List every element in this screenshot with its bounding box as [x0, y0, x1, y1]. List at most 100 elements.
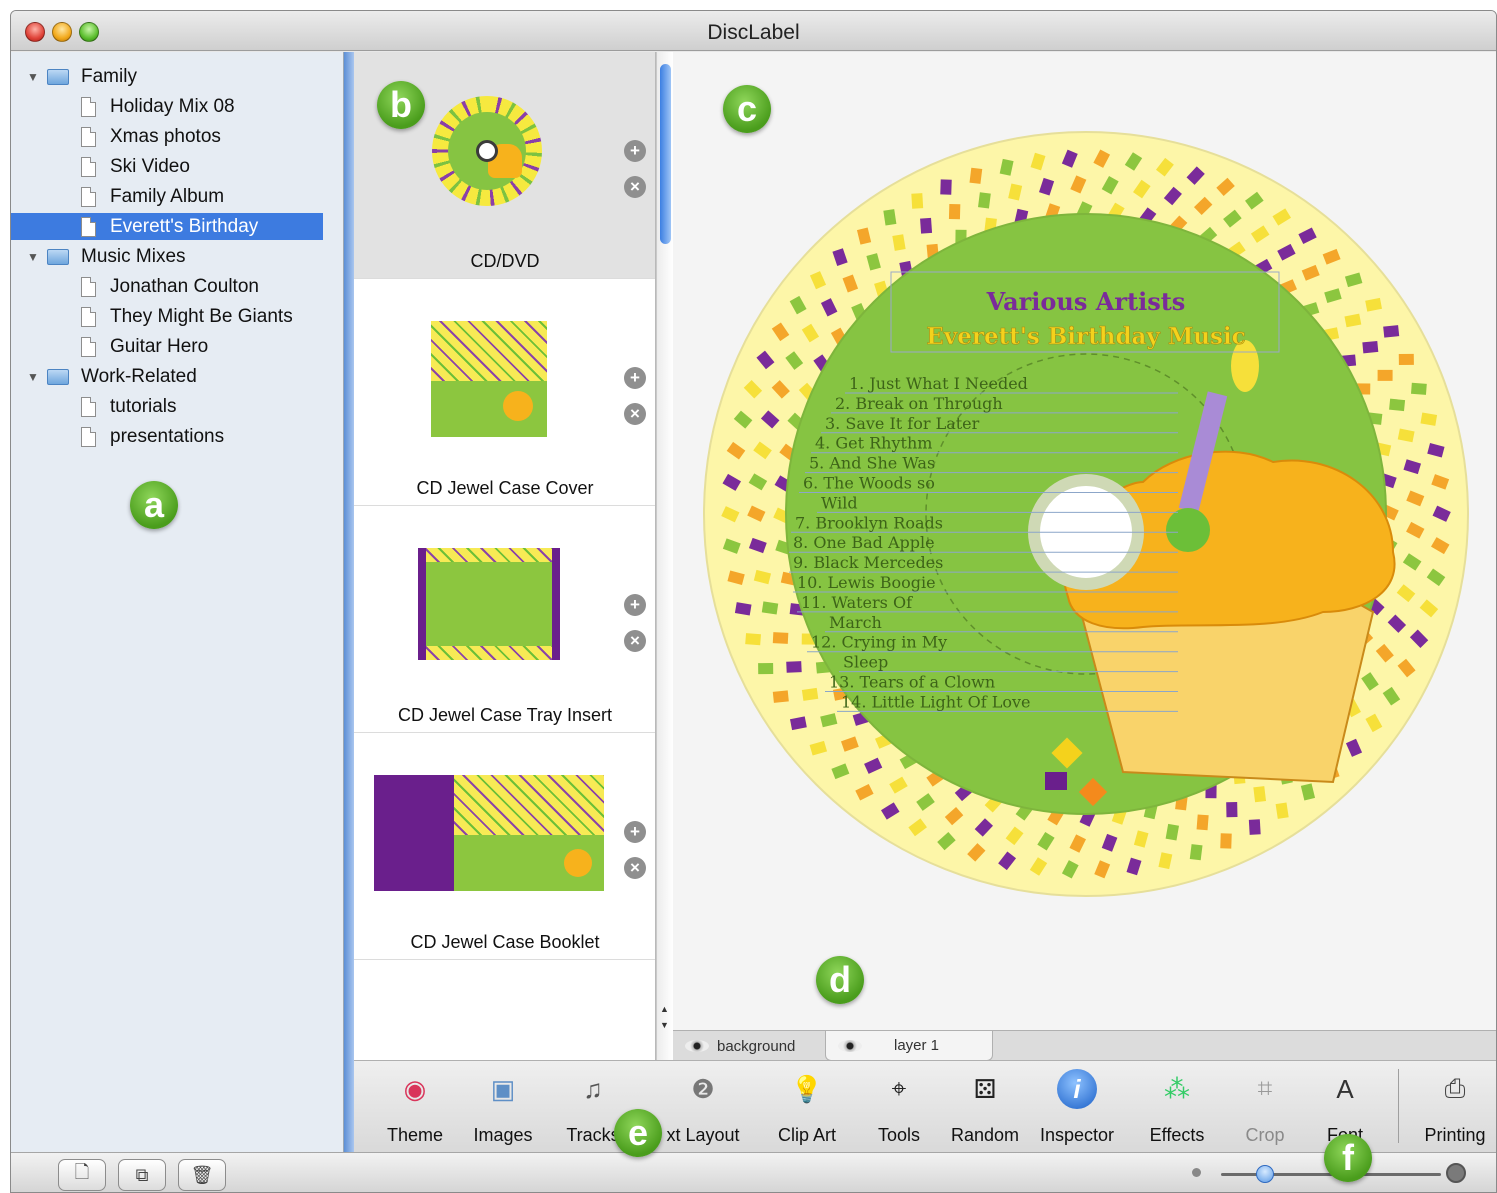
- template-item[interactable]: + × CD Jewel Case Cover: [354, 279, 655, 506]
- document-icon: [81, 216, 96, 237]
- callout-d: d: [816, 956, 864, 1004]
- document-icon: [81, 186, 96, 207]
- confetti-square: [1398, 353, 1414, 366]
- window-title: DiscLabel: [707, 21, 800, 44]
- track-item[interactable]: 1. Just What I Needed: [849, 374, 1028, 393]
- dice-icon: ⚄: [973, 1073, 997, 1104]
- remove-template-button[interactable]: ×: [624, 403, 646, 425]
- layer-tab-background[interactable]: background: [673, 1031, 823, 1061]
- clip-art-icon: 💡: [790, 1073, 824, 1104]
- plus-icon: +: [630, 822, 640, 841]
- disc-label-design[interactable]: Various Artists Everett's Birthday Music 1…: [673, 52, 1497, 1030]
- sidebar-item[interactable]: Family Album: [11, 183, 323, 210]
- sidebar-item-label: Everett's Birthday: [110, 215, 259, 237]
- eye-icon[interactable]: [838, 1039, 862, 1052]
- callout-a: a: [130, 481, 178, 529]
- add-template-button[interactable]: +: [624, 821, 646, 843]
- add-template-button[interactable]: +: [624, 367, 646, 389]
- track-item[interactable]: Sleep: [843, 653, 888, 672]
- sidebar-item-label: Guitar Hero: [110, 335, 209, 357]
- sidebar-group[interactable]: ▼ Music Mixes: [11, 243, 323, 270]
- track-item[interactable]: 3. Save It for Later: [825, 414, 980, 433]
- inspector-icon: i: [1057, 1069, 1097, 1109]
- sidebar-item[interactable]: Ski Video: [11, 153, 323, 180]
- scroll-down-arrow-icon[interactable]: ▼: [660, 1020, 669, 1030]
- remove-template-button[interactable]: ×: [624, 176, 646, 198]
- track-item[interactable]: 7. Brooklyn Roads: [795, 513, 943, 532]
- document-icon: [81, 126, 96, 147]
- sidebar-item[interactable]: Holiday Mix 08: [11, 93, 323, 120]
- new-document-button[interactable]: 🗋: [58, 1159, 106, 1191]
- disclosure-triangle-icon[interactable]: ▼: [27, 70, 39, 84]
- cupcake-clover: [1166, 508, 1210, 552]
- disclosure-triangle-icon[interactable]: ▼: [27, 370, 39, 384]
- confetti-square: [1189, 844, 1203, 861]
- toolbar-effects-button[interactable]: ⁂ Effects: [1132, 1067, 1222, 1153]
- zoom-slider-knob[interactable]: [1256, 1165, 1274, 1183]
- callout-f: f: [1324, 1134, 1372, 1182]
- track-item[interactable]: 8. One Bad Apple: [793, 533, 935, 552]
- sidebar-item[interactable]: Xmas photos: [11, 123, 323, 150]
- track-item[interactable]: 12. Crying in My: [811, 633, 947, 652]
- sidebar-item[interactable]: presentations: [11, 423, 323, 450]
- zoom-out-icon[interactable]: [1192, 1168, 1201, 1177]
- design-canvas[interactable]: Various Artists Everett's Birthday Music 1…: [673, 52, 1497, 1030]
- layer-tab-layer-1[interactable]: layer 1: [825, 1031, 993, 1061]
- confetti-square: [883, 209, 897, 226]
- sidebar-item[interactable]: Guitar Hero: [11, 333, 323, 360]
- theme-icon: ◉: [403, 1073, 427, 1104]
- track-item[interactable]: 10. Lewis Boogie: [797, 573, 936, 592]
- template-label: CD Jewel Case Cover: [416, 478, 594, 498]
- track-item[interactable]: 2. Break on Through: [835, 394, 1003, 413]
- remove-template-button[interactable]: ×: [624, 857, 646, 879]
- track-item[interactable]: 5. And She Was: [809, 454, 935, 473]
- sidebar-item[interactable]: Jonathan Coulton: [11, 273, 323, 300]
- confetti-square: [978, 192, 991, 209]
- track-item[interactable]: March: [829, 613, 882, 632]
- sidebar-item-label: Family Album: [110, 185, 225, 207]
- disc-album-title[interactable]: Everett's Birthday Music: [926, 323, 1246, 351]
- disc-artist-title[interactable]: Various Artists: [986, 287, 1186, 316]
- sidebar-group[interactable]: ▼ Family: [11, 63, 323, 90]
- toolbar-theme-button[interactable]: ◉ Theme: [370, 1067, 460, 1153]
- track-item[interactable]: 11. Waters Of: [801, 593, 913, 612]
- new-folder-icon: ⧉: [135, 1164, 149, 1185]
- confetti-square: [801, 687, 819, 701]
- disclosure-triangle-icon[interactable]: ▼: [27, 250, 39, 264]
- sidebar-splitter[interactable]: [344, 52, 354, 1152]
- toolbar-dice-button[interactable]: ⚄ Random: [940, 1067, 1030, 1153]
- remove-template-button[interactable]: ×: [624, 630, 646, 652]
- eye-icon[interactable]: [685, 1040, 709, 1052]
- toolbar-clip-art-button[interactable]: 💡 Clip Art: [762, 1067, 852, 1153]
- add-template-button[interactable]: +: [624, 140, 646, 162]
- track-item[interactable]: 14. Little Light Of Love: [841, 692, 1031, 711]
- delete-button[interactable]: 🗑: [178, 1159, 226, 1191]
- sidebar-item[interactable]: tutorials: [11, 393, 323, 420]
- template-item[interactable]: + × CD Jewel Case Tray Insert: [354, 506, 655, 733]
- toolbar-printer-button[interactable]: ⎙ Printing: [1410, 1067, 1496, 1153]
- scroll-thumb[interactable]: [660, 64, 671, 244]
- sidebar-item[interactable]: They Might Be Giants: [11, 303, 323, 330]
- track-item[interactable]: 9. Black Mercedes: [793, 553, 943, 572]
- new-document-icon: 🗋: [74, 1162, 90, 1182]
- document-icon: [81, 396, 96, 417]
- track-item[interactable]: 6. The Woods so: [803, 474, 935, 493]
- track-item[interactable]: 13. Tears of a Clown: [829, 673, 995, 692]
- folder-icon: [47, 248, 69, 265]
- add-template-button[interactable]: +: [624, 594, 646, 616]
- new-folder-button[interactable]: ⧉: [118, 1159, 166, 1191]
- toolbar-images-button[interactable]: ▣ Images: [458, 1067, 548, 1153]
- zoom-in-icon[interactable]: [1446, 1163, 1466, 1183]
- track-item[interactable]: 4. Get Rhythm: [815, 434, 932, 453]
- document-icon: [81, 306, 96, 327]
- scroll-up-arrow-icon[interactable]: ▲: [660, 1004, 669, 1014]
- toolbar-text-layout-button[interactable]: ❷ xt Layout: [658, 1067, 748, 1153]
- template-scrollbar[interactable]: ▲ ▼: [656, 52, 673, 1060]
- tools-icon: ⌖: [891, 1073, 907, 1103]
- template-list: + × CD/DVD + × CD Jewel Case Cover + × CD Jewel …: [354, 52, 656, 1060]
- sidebar-item[interactable]: Everett's Birthday: [11, 213, 323, 240]
- template-item[interactable]: + × CD Jewel Case Booklet: [354, 733, 655, 960]
- toolbar-inspector-button[interactable]: i Inspector: [1032, 1067, 1122, 1153]
- track-item[interactable]: Wild: [821, 493, 858, 512]
- sidebar-group[interactable]: ▼ Work-Related: [11, 363, 323, 390]
